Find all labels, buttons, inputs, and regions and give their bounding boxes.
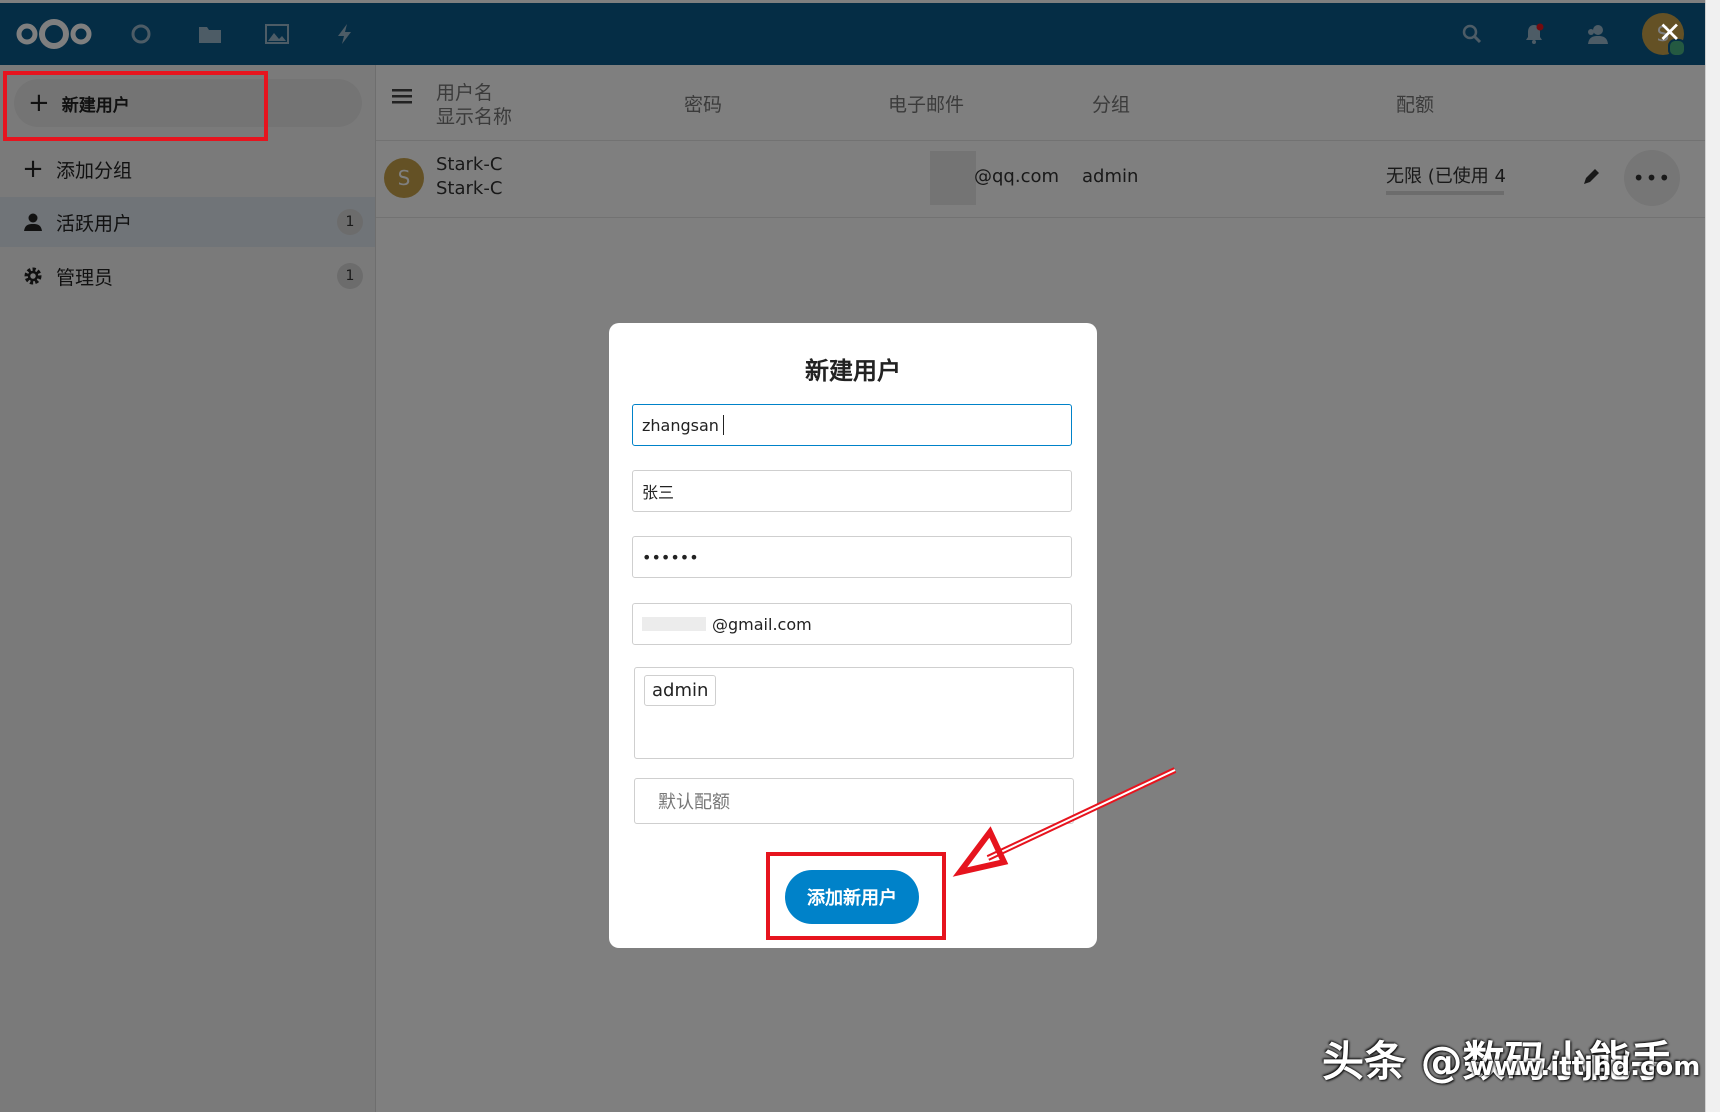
- redacted-block: [642, 617, 706, 631]
- groups-field[interactable]: admin: [634, 667, 1074, 759]
- quota-placeholder: 默认配额: [658, 792, 730, 813]
- password-field[interactable]: ••••••: [632, 536, 1072, 578]
- scrollbar[interactable]: [1705, 0, 1720, 1112]
- display-name-value: 张三: [642, 483, 675, 502]
- password-value: ••••••: [642, 547, 699, 567]
- highlight-box: [766, 852, 946, 940]
- email-value: @gmail.com: [712, 614, 812, 634]
- username-field[interactable]: zhangsan: [632, 404, 1072, 446]
- text-caret: [722, 415, 724, 435]
- dialog-title: 新建用户: [805, 357, 901, 385]
- watermark-site: www.ittjhd.com: [1470, 1052, 1701, 1082]
- email-field[interactable]: @gmail.com: [632, 603, 1072, 645]
- username-value: zhangsan: [642, 415, 719, 435]
- arrow-annotation: [952, 767, 1177, 877]
- display-name-field[interactable]: 张三: [632, 470, 1072, 512]
- close-icon[interactable]: ✕: [1658, 16, 1681, 49]
- group-tag[interactable]: admin: [644, 675, 717, 706]
- highlight-box: [3, 71, 268, 141]
- app-window: S + 新建用户 + 添加分组 活跃用户 1 管理员 1: [0, 0, 1720, 1112]
